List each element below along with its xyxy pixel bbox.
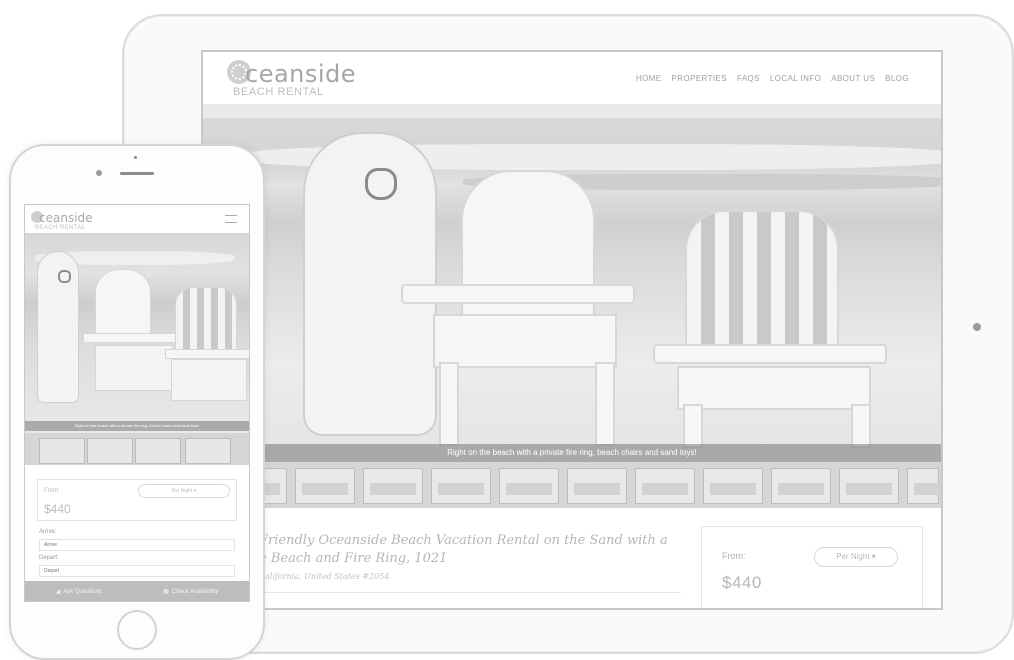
beach-chair-leg	[439, 362, 459, 446]
tablet-screen: ceanside BEACH RENTAL HOME PROPERTIES FA…	[201, 50, 943, 610]
gallery-thumbnail[interactable]	[703, 468, 763, 504]
divider	[259, 592, 681, 593]
depart-label: Depart:	[39, 555, 59, 561]
nav-home[interactable]: HOME	[636, 74, 662, 83]
towel-chair-back	[175, 287, 237, 357]
beach-chair-arms	[83, 333, 181, 343]
bodyboard-logo-icon	[58, 270, 71, 283]
calendar-icon: ▦	[163, 588, 169, 595]
beach-chair-seat	[433, 314, 617, 368]
beach-chair-arms	[401, 284, 635, 304]
tablet-camera	[973, 323, 981, 331]
ask-questions-button[interactable]: ◢ Ask Questions	[56, 588, 102, 595]
gallery-thumbnail[interactable]	[135, 438, 181, 464]
gallery-thumbnail[interactable]	[771, 468, 831, 504]
brand-subtitle: BEACH RENTAL	[233, 86, 324, 98]
from-label: From:	[722, 551, 746, 561]
megaphone-icon: ◢	[55, 588, 61, 595]
thumbnail-strip	[25, 433, 249, 465]
per-night-select[interactable]: Per Night ▾	[138, 484, 230, 498]
site-header: ceanside BEACH RENTAL HOME PROPERTIES FA…	[203, 52, 941, 104]
gallery-thumbnail[interactable]	[87, 438, 133, 464]
price-value: $440	[44, 502, 71, 516]
towel-chair-arms	[653, 344, 887, 364]
gallery-thumbnail[interactable]	[499, 468, 559, 504]
gallery-thumbnail[interactable]	[39, 438, 85, 464]
listing-location: California, United States #2054	[259, 572, 390, 581]
hero-image[interactable]: Right on the beach with a private fire r…	[203, 104, 941, 462]
towel-chair-seat	[171, 359, 247, 401]
hero-sky	[203, 104, 941, 118]
nav-properties[interactable]: PROPERTIES	[672, 74, 727, 83]
towel-chair-leg	[851, 404, 871, 448]
listing-title-line: Friendly Oceanside Beach Vacation Rental…	[259, 533, 668, 548]
gallery-thumbnail[interactable]	[431, 468, 491, 504]
gallery-thumbnail[interactable]	[907, 468, 941, 504]
phone-camera	[96, 170, 102, 176]
arrive-label: Arrive:	[39, 529, 57, 535]
arrive-input[interactable]	[39, 539, 235, 551]
price-value: $440	[722, 573, 762, 592]
towel-chair-seat	[677, 366, 871, 410]
gallery-thumbnail[interactable]	[295, 468, 355, 504]
brand-subtitle: BEACH RENTAL	[35, 225, 86, 231]
nav-local-info[interactable]: LOCAL INFO	[770, 74, 821, 83]
listing-title-line: e Beach and Fire Ring, 1021	[259, 551, 448, 566]
check-availability-label: Check Availability	[171, 588, 219, 595]
phone-speaker	[120, 172, 154, 175]
gallery-thumbnail[interactable]	[185, 438, 231, 464]
gallery-thumbnail[interactable]	[363, 468, 423, 504]
main-nav: HOME PROPERTIES FAQS LOCAL INFO ABOUT US…	[636, 74, 909, 83]
beach-chair-leg	[595, 362, 615, 446]
ask-questions-label: Ask Questions	[63, 588, 102, 595]
bodyboard	[37, 251, 79, 403]
phone-sensor	[134, 156, 137, 159]
listing-title: Friendly Oceanside Beach Vacation Rental…	[259, 532, 679, 568]
nav-about-us[interactable]: ABOUT US	[831, 74, 875, 83]
price-card: From: Per Night ▾ $440	[701, 526, 923, 608]
price-card: From: Per Night ▾ $440	[37, 479, 237, 521]
gallery-thumbnail[interactable]	[839, 468, 899, 504]
hamburger-menu-icon[interactable]	[225, 215, 237, 223]
hero-caption: Right on the beach with a private fire r…	[203, 444, 941, 462]
check-availability-button[interactable]: ▦ Check Availability	[163, 588, 218, 595]
towel-chair-leg	[683, 404, 703, 448]
brand-wordmark[interactable]: ceanside	[39, 211, 93, 225]
nav-blog[interactable]: BLOG	[885, 74, 909, 83]
mobile-footer-bar: ◢ Ask Questions ▦ Check Availability	[25, 581, 249, 601]
towel-chair-arms	[165, 349, 249, 359]
gallery-thumbnail[interactable]	[567, 468, 627, 504]
nav-faqs[interactable]: FAQS	[737, 74, 760, 83]
brand-wordmark[interactable]: ceanside	[245, 60, 356, 88]
beach-chair-back	[95, 269, 151, 343]
bodyboard-logo-icon	[365, 168, 397, 200]
phone-screen: ceanside BEACH RENTAL Right on the beach…	[24, 204, 250, 602]
towel-chair-back	[685, 210, 839, 364]
hero-image[interactable]	[25, 233, 249, 433]
thumbnail-strip	[203, 462, 941, 508]
depart-input[interactable]	[39, 565, 235, 577]
from-label: From:	[44, 488, 60, 494]
hero-caption: Right on the beach with a private fire r…	[25, 421, 249, 431]
beach-chair-seat	[95, 345, 173, 391]
phone-home-button[interactable]	[117, 610, 157, 650]
gallery-thumbnail[interactable]	[635, 468, 695, 504]
per-night-select[interactable]: Per Night ▾	[814, 547, 898, 567]
